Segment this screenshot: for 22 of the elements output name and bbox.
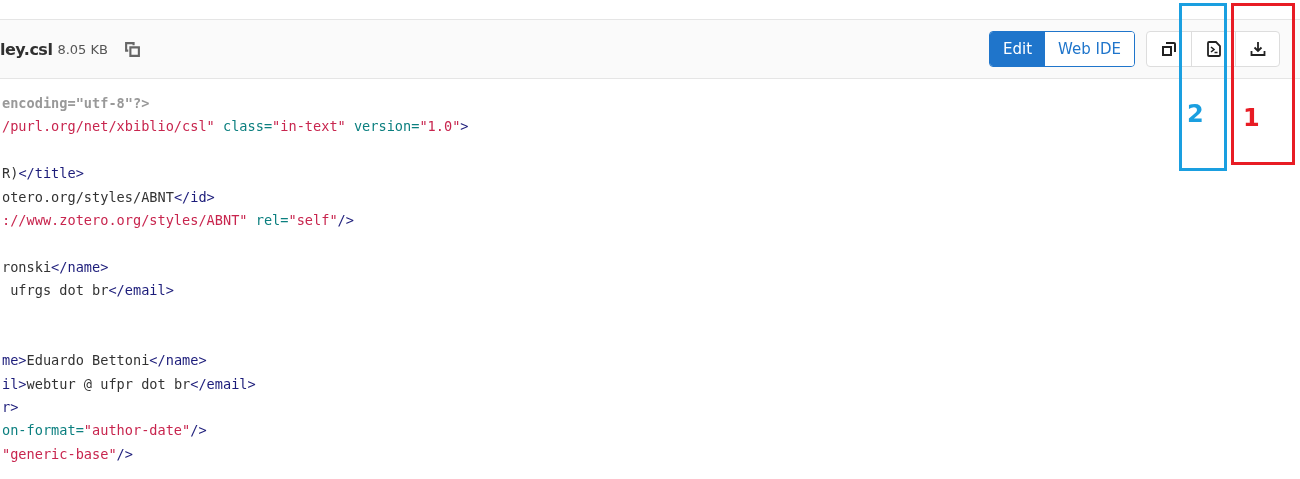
code-line: encoding="utf-8"?>: [1, 94, 150, 113]
code-line: /purl.org/net/xbiblio/csl" class="in-text" version="1.0">: [1, 117, 469, 137]
annotation-number: 2: [1187, 100, 1204, 128]
annotation-number: 1: [1243, 104, 1260, 132]
code-line: on-format="author-date"/>: [1, 421, 207, 441]
copy-path-icon[interactable]: [123, 40, 141, 58]
code-line: r>: [1, 398, 19, 418]
code-line: "generic-base"/>: [1, 444, 133, 464]
copy-icon: [1161, 41, 1177, 57]
code-line: R)</title>: [1, 164, 84, 184]
file-terminal-icon: [1206, 41, 1221, 57]
mode-tab[interactable]: Edit: [990, 32, 1046, 66]
download-icon: [1249, 41, 1266, 57]
code-line: me>Eduardo Bettoni</name>: [1, 351, 207, 371]
code-line: ufrgs dot br</email>: [9, 281, 174, 301]
code-line: ://www.zotero.org/styles/ABNT" rel="self"/>: [1, 210, 354, 230]
mode-tab[interactable]: Web IDE: [1045, 32, 1134, 66]
file-name: ley.csl: [0, 39, 53, 59]
code-line: il>webtur @ ufpr dot br</email>: [1, 374, 256, 394]
file-size: 8.05 KB: [57, 41, 108, 57]
code-line: otero.org/styles/ABNT</id>: [1, 187, 215, 207]
code-line: ronski</name>: [1, 257, 109, 277]
